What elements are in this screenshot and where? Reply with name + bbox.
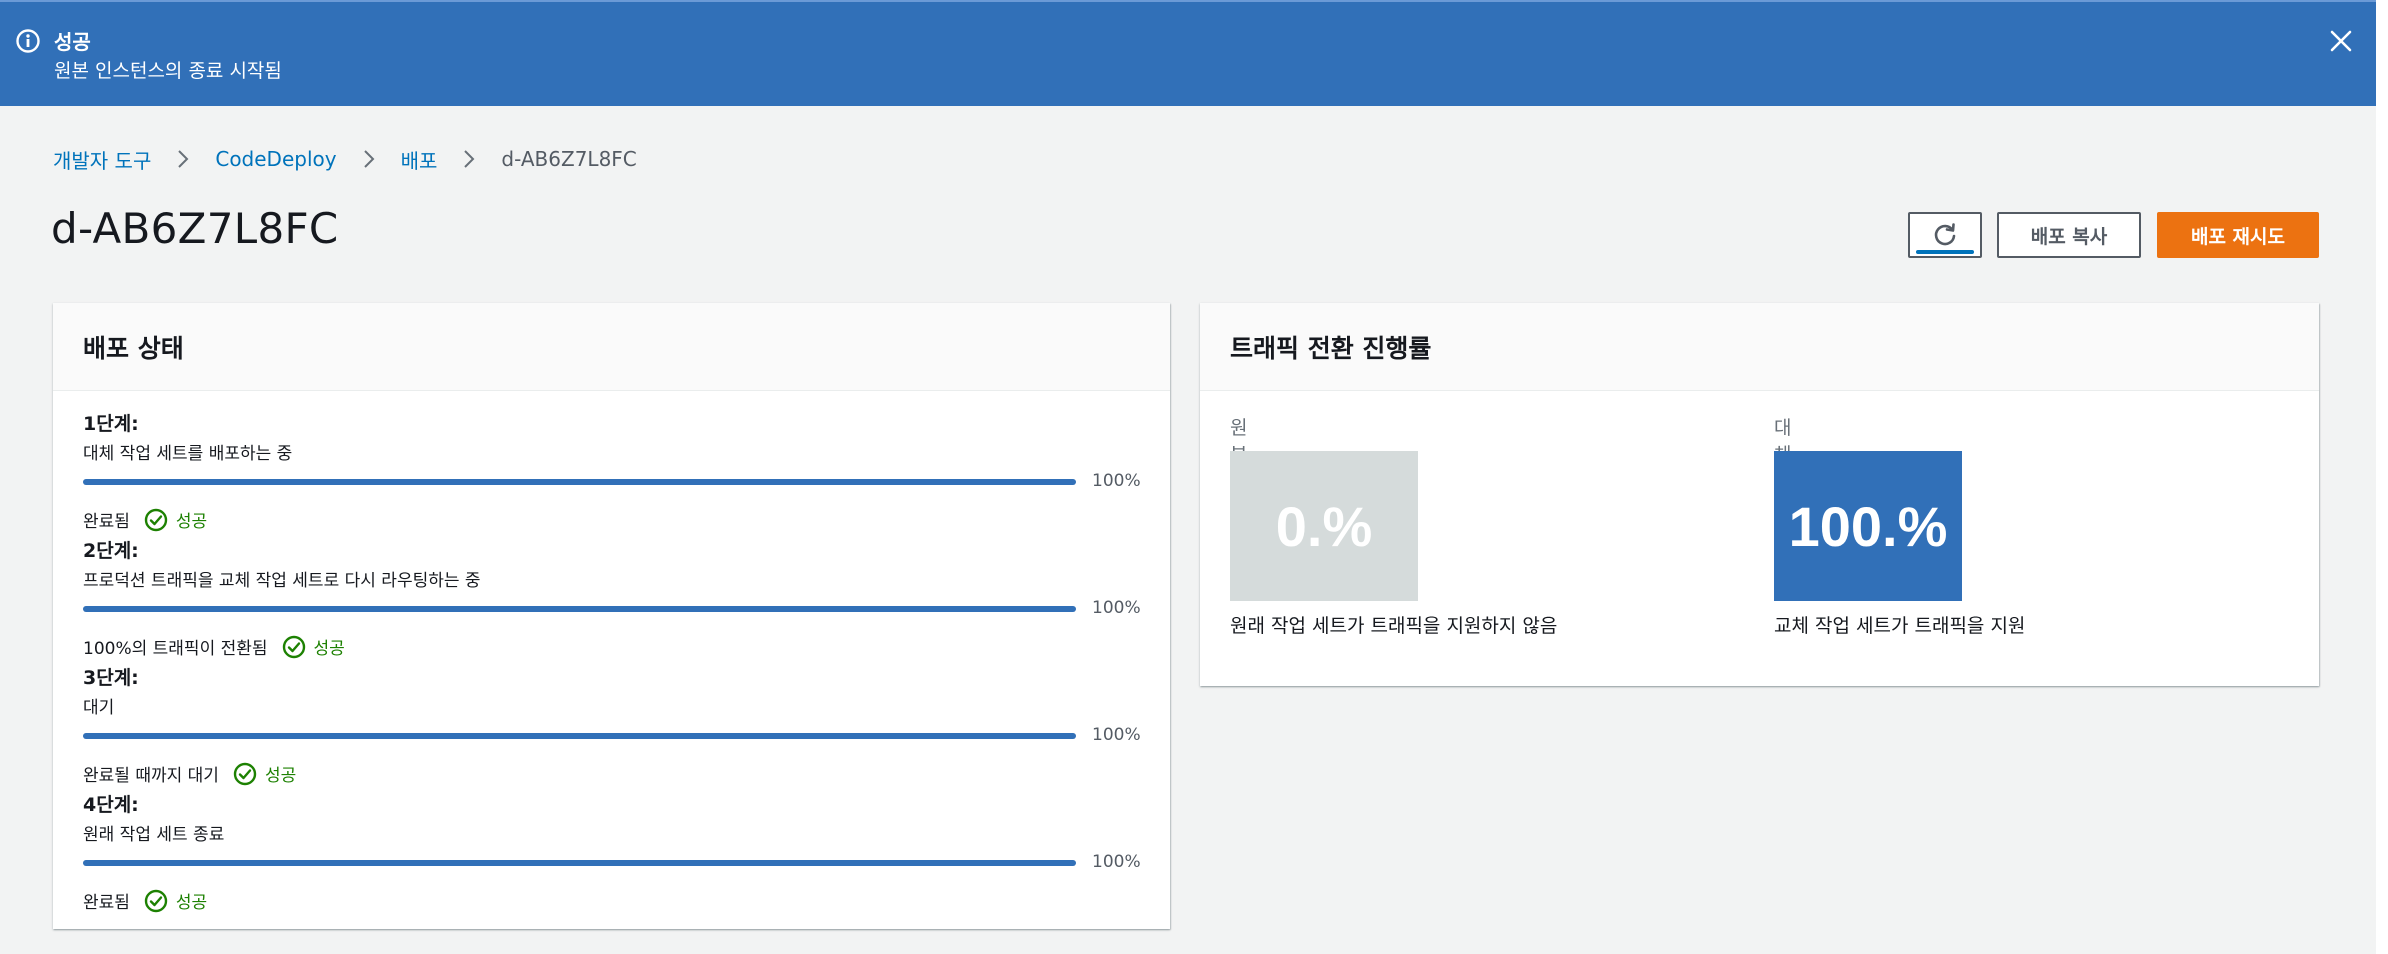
phase-title: 2단계: [83, 540, 139, 562]
success-label: 성공 [175, 512, 208, 532]
phase-description: 대체 작업 세트를 배포하는 중 [83, 444, 293, 464]
phase-description: 원래 작업 세트 종료 [83, 825, 225, 845]
phase-description: 대기 [83, 698, 115, 718]
page-title: d-AB6Z7L8FC [51, 204, 339, 253]
progress-percent: 100% [1092, 725, 1141, 745]
status-text: 완료됨 [83, 512, 130, 532]
refresh-icon [1934, 223, 1956, 246]
replacement-percent-box: 100.% [1774, 451, 1962, 601]
deployment-status-panel: 배포 상태 1단계: 대체 작업 세트를 배포하는 중 100% 완료됨 성공 … [53, 303, 1170, 929]
progress-percent: 100% [1092, 471, 1141, 491]
phase-status: 100%의 트래픽이 전환됨 성공 [83, 634, 345, 659]
phase-status: 완료됨 성공 [83, 888, 207, 913]
check-circle-icon [282, 635, 305, 658]
phase-title: 3단계: [83, 667, 139, 689]
flash-banner: 성공 원본 인스턴스의 종료 시작됨 [0, 0, 2376, 106]
breadcrumb-current: d-AB6Z7L8FC [501, 147, 637, 171]
success-label: 성공 [264, 766, 297, 786]
progress-fill [83, 606, 1076, 612]
copy-deployment-button[interactable]: 배포 복사 [1997, 212, 2141, 258]
progress-percent: 100% [1092, 598, 1141, 618]
progress-fill [83, 860, 1076, 866]
breadcrumb-codedeploy[interactable]: CodeDeploy [215, 147, 336, 171]
check-circle-icon [233, 762, 257, 785]
chevron-right-icon [464, 150, 475, 168]
close-icon[interactable] [2326, 26, 2356, 56]
panel-title: 트래픽 전환 진행률 [1200, 303, 2319, 391]
refresh-button[interactable] [1908, 212, 1982, 258]
focus-indicator [1916, 250, 1974, 254]
progress-bar [83, 733, 1076, 739]
progress-bar [83, 479, 1076, 485]
chevron-right-icon [178, 150, 189, 168]
info-icon [16, 29, 40, 53]
phase-description: 프로덕션 트래픽을 교체 작업 세트로 다시 라우팅하는 중 [83, 571, 481, 591]
progress-fill [83, 479, 1076, 485]
status-text: 완료됨 [83, 893, 130, 913]
replacement-caption: 교체 작업 세트가 트래픽을 지원 [1774, 615, 2026, 637]
phase-title: 1단계: [83, 413, 139, 435]
phase-status: 완료됨 성공 [83, 507, 207, 532]
success-label: 성공 [313, 639, 345, 659]
retry-deployment-button[interactable]: 배포 재시도 [2157, 212, 2319, 258]
success-label: 성공 [175, 893, 208, 913]
original-percent-box: 0.% [1230, 451, 1418, 601]
progress-percent: 100% [1092, 852, 1141, 872]
flash-title: 성공 [54, 30, 91, 54]
scrollbar[interactable] [2376, 0, 2388, 954]
breadcrumb-developer-tools[interactable]: 개발자 도구 [53, 145, 151, 174]
status-text: 완료될 때까지 대기 [83, 766, 219, 786]
original-caption: 원래 작업 세트가 트래픽을 지원하지 않음 [1230, 615, 1558, 637]
progress-bar [83, 860, 1076, 866]
flash-message: 원본 인스턴스의 종료 시작됨 [54, 60, 282, 82]
status-text: 100%의 트래픽이 전환됨 [83, 639, 268, 659]
progress-fill [83, 733, 1076, 739]
breadcrumb: 개발자 도구 CodeDeploy 배포 d-AB6Z7L8FC [53, 145, 637, 173]
chevron-right-icon [363, 150, 375, 168]
traffic-shift-panel: 트래픽 전환 진행률 원본 0.% 원래 작업 세트가 트래픽을 지원하지 않음… [1200, 303, 2319, 686]
breadcrumb-deployments[interactable]: 배포 [401, 145, 438, 174]
check-circle-icon [144, 508, 168, 531]
phase-status: 완료될 때까지 대기 성공 [83, 761, 296, 786]
panel-title: 배포 상태 [53, 303, 1170, 391]
check-circle-icon [144, 889, 168, 912]
phase-title: 4단계: [83, 794, 139, 816]
progress-bar [83, 606, 1076, 612]
